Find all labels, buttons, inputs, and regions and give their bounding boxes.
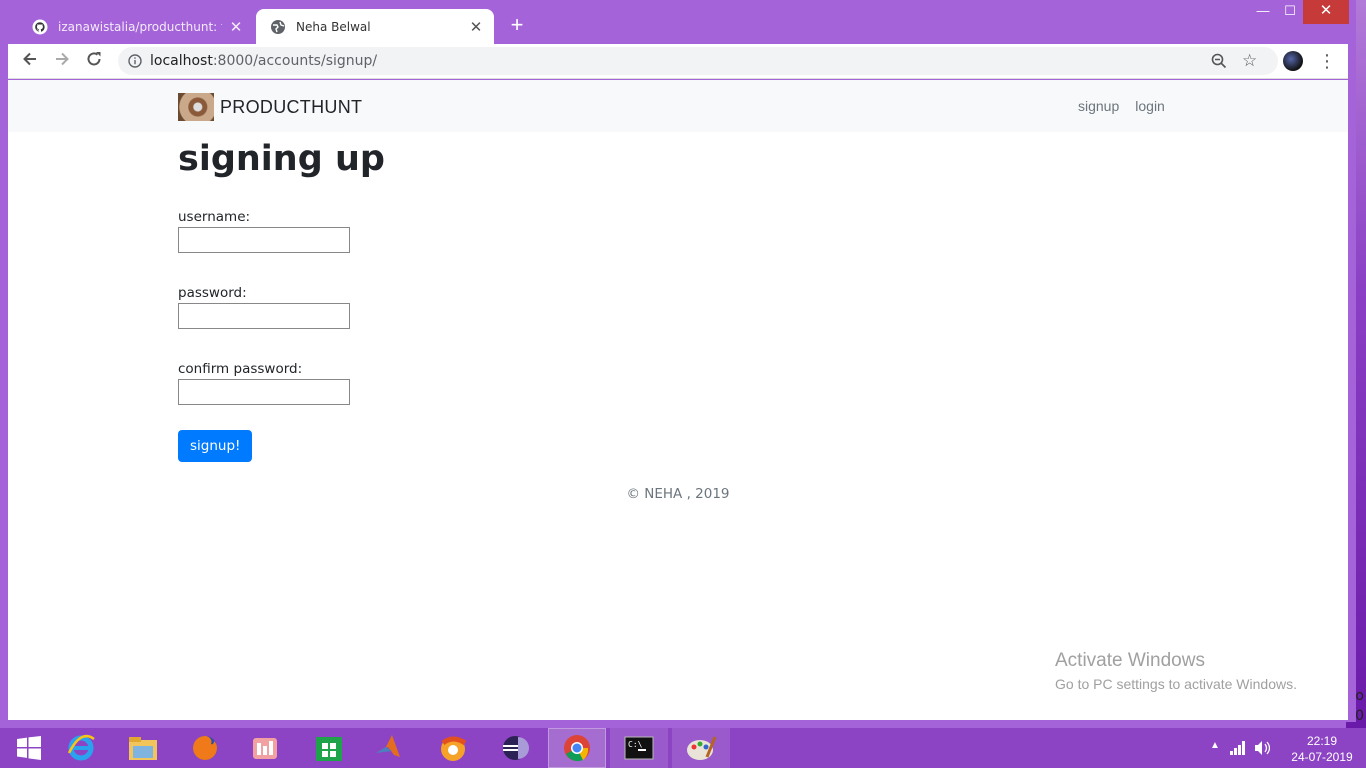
more-menu-icon[interactable]: ⋮ — [1318, 50, 1336, 72]
bookmark-star-icon[interactable]: ☆ — [1242, 51, 1257, 71]
reload-icon[interactable] — [82, 50, 106, 74]
close-icon[interactable]: ✕ — [468, 18, 484, 36]
brand-logo-image — [178, 93, 214, 121]
volume-icon[interactable] — [1254, 740, 1270, 756]
file-explorer-icon[interactable] — [114, 728, 172, 768]
nav-signup-link[interactable]: signup — [1078, 98, 1119, 114]
minimize-button[interactable]: — — [1248, 0, 1278, 24]
eclipse-icon[interactable] — [486, 728, 544, 768]
nav-links: signup login — [1078, 98, 1165, 114]
password-label: password: — [178, 284, 247, 301]
username-label: username: — [178, 208, 251, 225]
page-viewport: PRODUCTHUNT signup login signing up user… — [8, 80, 1348, 720]
clock-time: 22:19 — [1306, 734, 1338, 748]
system-tray: ▲ — [1206, 728, 1278, 768]
clock[interactable]: 22:19 24-07-2019 — [1288, 728, 1356, 768]
close-icon[interactable]: ✕ — [228, 18, 244, 36]
windows-store-icon[interactable] — [300, 728, 358, 768]
site-navbar: PRODUCTHUNT signup login — [8, 80, 1348, 132]
svg-text:C:\: C:\ — [628, 740, 643, 749]
app-icon[interactable] — [236, 728, 294, 768]
tab-github[interactable]: izanawistalia/producthunt: this is ✕ — [18, 9, 254, 44]
signup-form: signing up username: password: confirm p… — [178, 140, 1178, 462]
new-tab-button[interactable]: + — [505, 14, 529, 38]
password-input[interactable] — [178, 302, 350, 329]
clock-date: 24-07-2019 — [1291, 750, 1353, 764]
maximize-button[interactable]: ☐ — [1275, 0, 1305, 24]
browser-toolbar: localhost:8000/accounts/signup/ ☆ ⋮ — [8, 44, 1348, 79]
address-bar[interactable]: localhost:8000/accounts/signup/ ☆ — [118, 47, 1278, 75]
github-icon — [32, 19, 48, 34]
globe-icon — [271, 19, 285, 34]
show-hidden-icons-icon[interactable]: ▲ — [1210, 740, 1220, 751]
zoom-out-icon[interactable] — [1211, 53, 1227, 69]
signup-submit-button[interactable]: signup! — [178, 429, 253, 462]
confirm-password-input[interactable] — [178, 378, 350, 405]
tab-neha-belwal[interactable]: Neha Belwal ✕ — [256, 9, 494, 44]
nav-login-link[interactable]: login — [1135, 98, 1165, 114]
footer-copyright: © NEHA , 2019 — [626, 486, 730, 502]
windows-start-icon[interactable] — [0, 728, 58, 768]
profile-avatar[interactable] — [1283, 51, 1303, 71]
close-window-button[interactable]: ✕ — [1303, 0, 1349, 24]
desktop-text-fragment: o — [1355, 688, 1364, 704]
paint-icon[interactable] — [672, 728, 730, 768]
taskbar: C:\ ▲ 22:19 24-07-2019 — [0, 728, 1366, 768]
brave-icon[interactable] — [424, 728, 482, 768]
forward-arrow-icon[interactable] — [50, 50, 74, 74]
tab-title: Neha Belwal — [296, 19, 371, 34]
brand-name: PRODUCTHUNT — [220, 96, 363, 117]
watermark-subtitle: Go to PC settings to activate Windows. — [1055, 676, 1297, 692]
command-prompt-icon[interactable]: C:\ — [610, 728, 668, 768]
activate-windows-watermark: Activate Windows Go to PC settings to ac… — [1055, 650, 1297, 692]
confirm-password-label: confirm password: — [178, 360, 303, 377]
tab-title: izanawistalia/producthunt: this is — [58, 19, 222, 34]
network-signal-icon[interactable] — [1230, 741, 1246, 755]
watermark-title: Activate Windows — [1055, 650, 1205, 671]
chrome-icon[interactable] — [548, 728, 606, 768]
desktop-text-fragment: 0 — [1355, 708, 1364, 724]
page-title: signing up — [178, 139, 385, 179]
firefox-icon[interactable] — [176, 728, 234, 768]
matlab-icon[interactable] — [362, 728, 420, 768]
tab-strip: izanawistalia/producthunt: this is ✕ Neh… — [0, 0, 1356, 44]
back-arrow-icon[interactable] — [18, 50, 42, 74]
brand-link[interactable]: PRODUCTHUNT — [178, 93, 362, 121]
username-input[interactable] — [178, 226, 350, 253]
url-text: localhost:8000/accounts/signup/ — [150, 53, 378, 69]
browser-window: izanawistalia/producthunt: this is ✕ Neh… — [0, 0, 1356, 722]
internet-explorer-icon[interactable] — [52, 728, 110, 768]
info-icon[interactable] — [128, 54, 142, 68]
